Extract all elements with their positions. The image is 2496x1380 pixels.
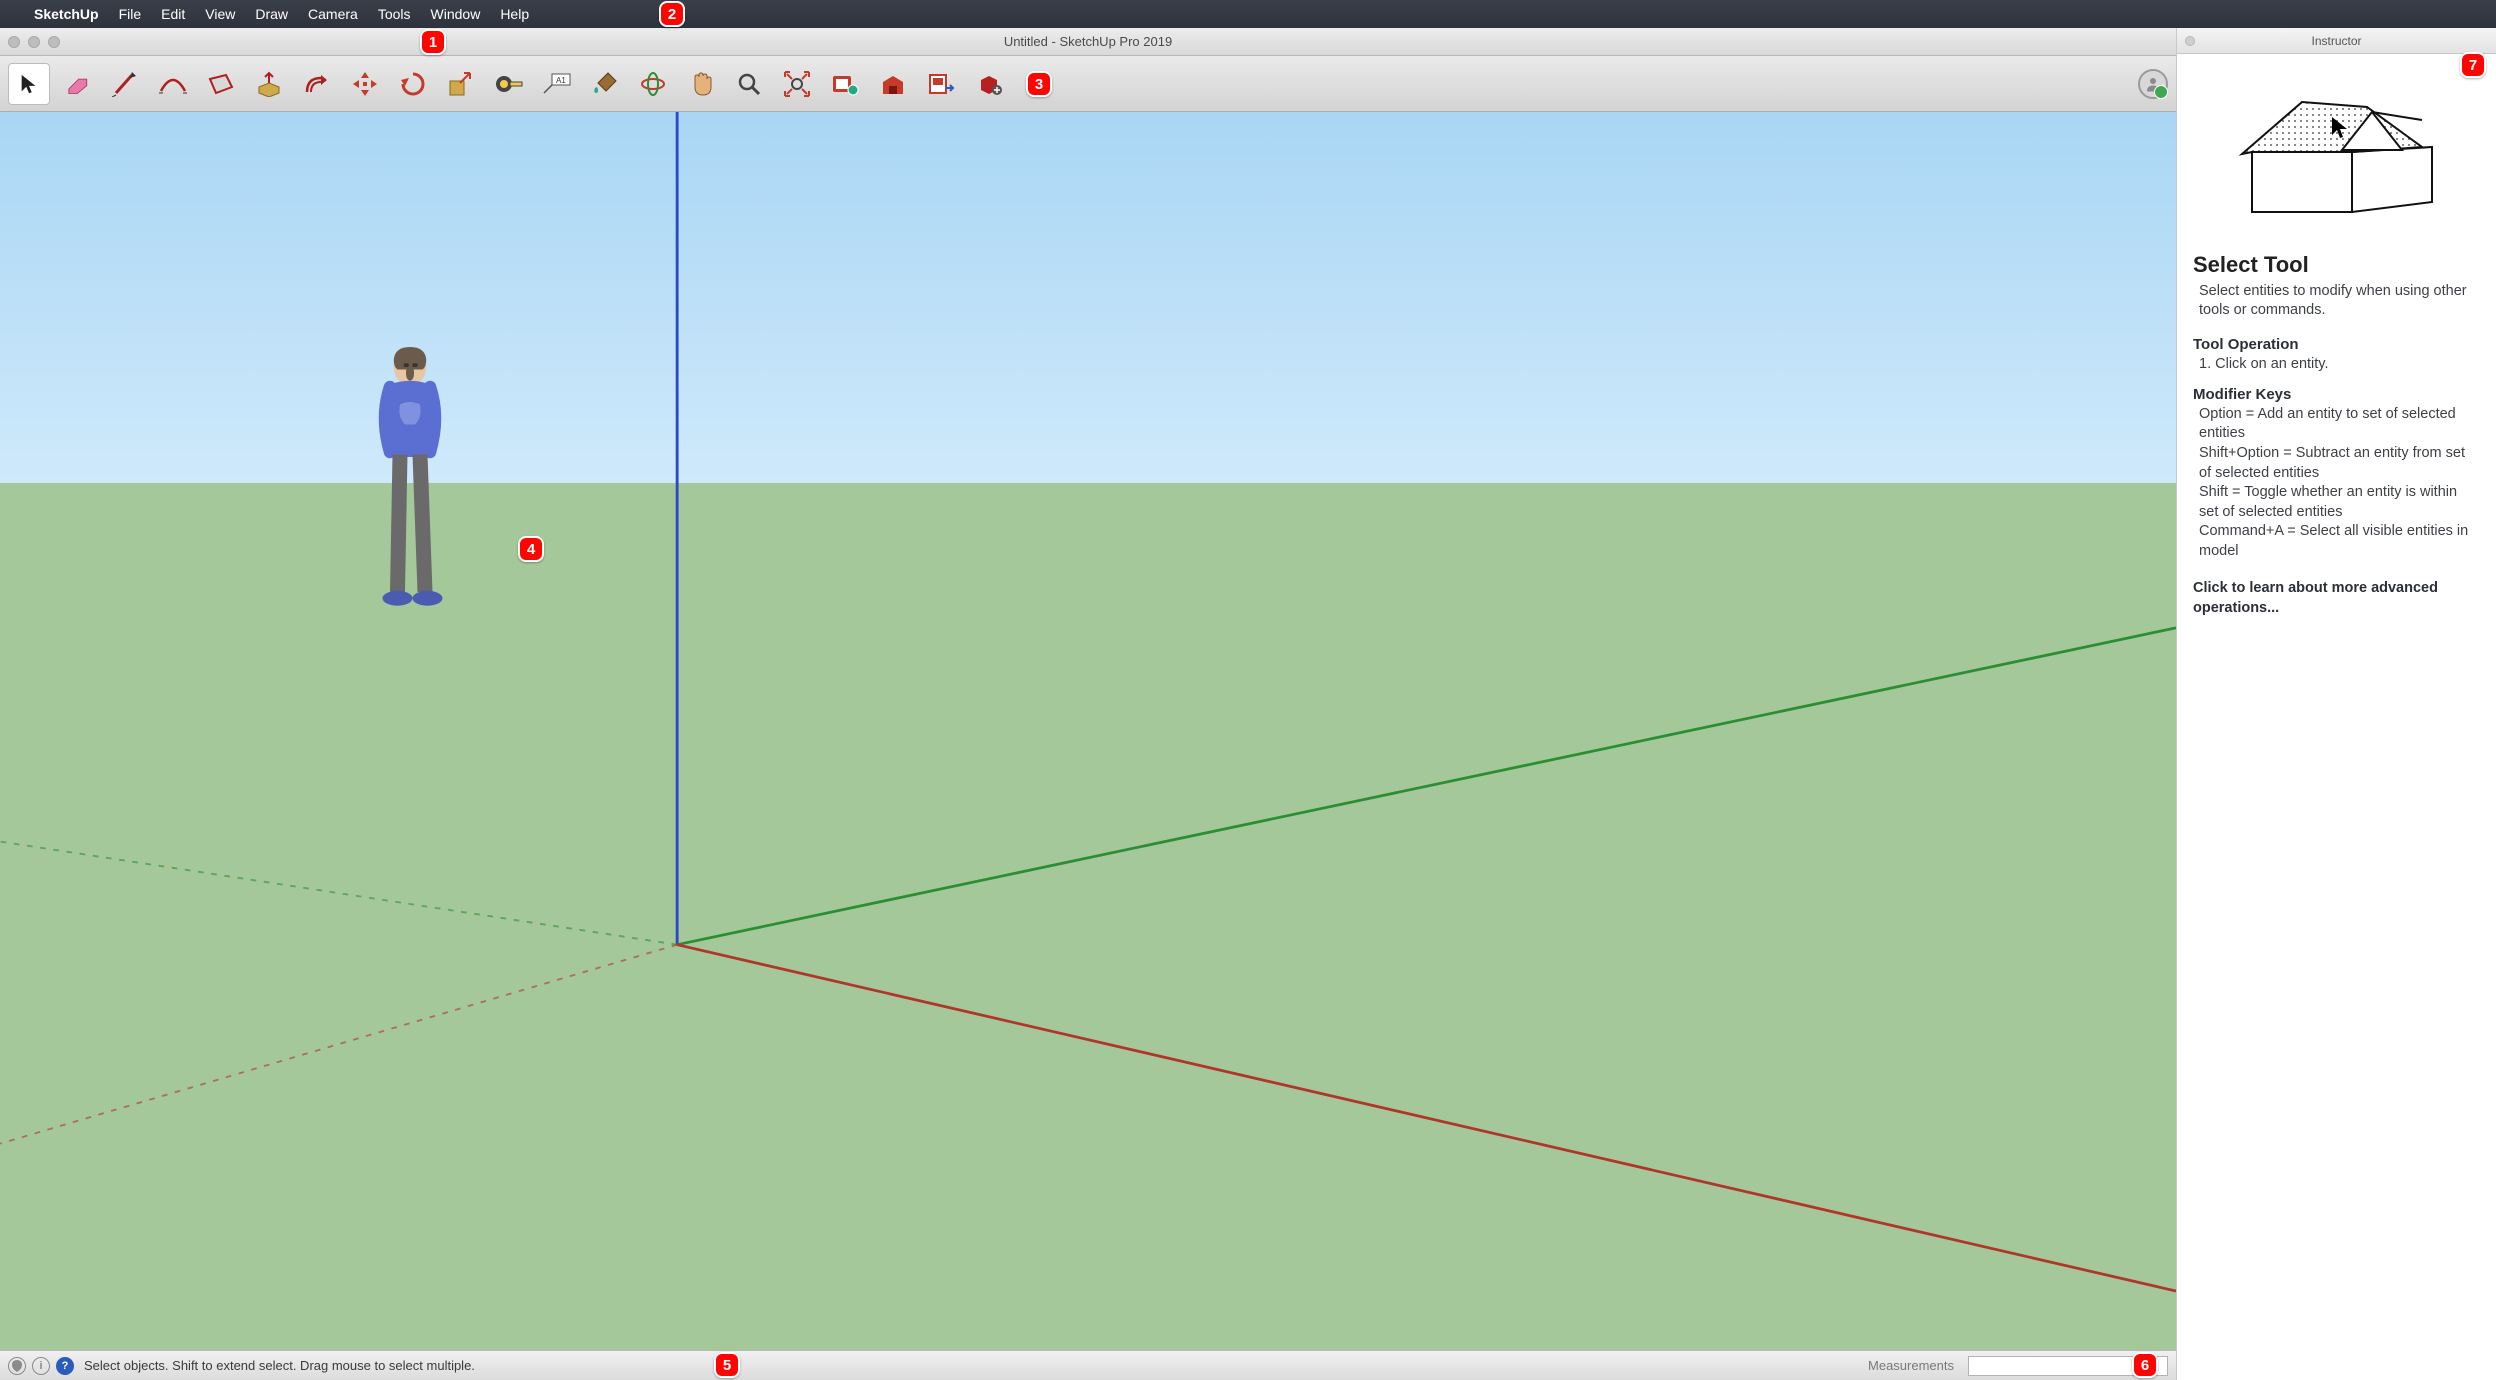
help-icon[interactable]: ?: [56, 1357, 74, 1375]
tool-scale[interactable]: [440, 63, 482, 105]
tool-eraser[interactable]: [56, 63, 98, 105]
geo-location-icon[interactable]: [8, 1357, 26, 1375]
tool-zoom-extents[interactable]: [776, 63, 818, 105]
menu-draw[interactable]: Draw: [255, 6, 288, 22]
menu-file[interactable]: File: [119, 6, 142, 22]
menu-help[interactable]: Help: [500, 6, 529, 22]
tool-select[interactable]: [8, 63, 50, 105]
3d-viewport[interactable]: 4: [0, 112, 2176, 1350]
tool-3d-warehouse[interactable]: [872, 63, 914, 105]
instructor-learn-more-link[interactable]: Click to learn about more advanced opera…: [2193, 579, 2480, 618]
callout-3: 3: [1026, 71, 1052, 97]
tool-arc[interactable]: [152, 63, 194, 105]
menu-camera[interactable]: Camera: [308, 6, 358, 22]
measurements-label: Measurements: [1868, 1358, 1954, 1373]
menu-view[interactable]: View: [205, 6, 235, 22]
menubar-app-name[interactable]: SketchUp: [34, 6, 99, 22]
instructor-illustration: [2193, 66, 2480, 250]
window-minimize-icon[interactable]: [28, 36, 40, 48]
instructor-operation-heading: Tool Operation: [2193, 335, 2480, 355]
callout-2: 2: [659, 1, 685, 27]
window-close-icon[interactable]: [8, 36, 20, 48]
tool-orbit[interactable]: [632, 63, 674, 105]
tool-line[interactable]: [104, 63, 146, 105]
tool-add-location[interactable]: [824, 63, 866, 105]
tool-rotate[interactable]: [392, 63, 434, 105]
scale-figure-person: [360, 342, 460, 617]
window-title: Untitled - SketchUp Pro 2019: [0, 34, 2176, 49]
menu-window[interactable]: Window: [431, 6, 481, 22]
tool-extension-warehouse[interactable]: [968, 63, 1010, 105]
instructor-tool-title: Select Tool: [2193, 250, 2480, 280]
menu-tools[interactable]: Tools: [378, 6, 411, 22]
mac-menubar: SketchUp File Edit View Draw Camera Tool…: [0, 0, 2496, 28]
instructor-operation-body: 1. Click on an entity.: [2193, 355, 2480, 375]
callout-4: 4: [518, 536, 544, 562]
viewport-axes: [0, 112, 2176, 1350]
user-account-icon[interactable]: [2138, 69, 2168, 99]
instructor-titlebar[interactable]: Instructor 7: [2177, 28, 2496, 54]
status-bar: i ? Select objects. Shift to extend sele…: [0, 1350, 2176, 1380]
instructor-modifiers-heading: Modifier Keys: [2193, 385, 2480, 405]
callout-1: 1: [420, 29, 446, 55]
svg-text:A1: A1: [556, 76, 566, 85]
tool-pan[interactable]: [680, 63, 722, 105]
panel-close-icon[interactable]: [2185, 36, 2195, 46]
callout-7: 7: [2460, 52, 2486, 78]
tool-rectangle[interactable]: [200, 63, 242, 105]
tool-offset[interactable]: [296, 63, 338, 105]
window-zoom-icon[interactable]: [48, 36, 60, 48]
callout-6: 6: [2132, 1352, 2158, 1378]
window-titlebar: Untitled - SketchUp Pro 2019 1: [0, 28, 2176, 56]
tool-move[interactable]: [344, 63, 386, 105]
window-traffic-lights[interactable]: [8, 36, 60, 48]
tool-tape-measure[interactable]: [488, 63, 530, 105]
tool-send-to-layout[interactable]: [920, 63, 962, 105]
credits-info-icon[interactable]: i: [32, 1357, 50, 1375]
instructor-modifiers-body: Option = Add an entity to set of selecte…: [2193, 405, 2480, 562]
tool-paint-bucket[interactable]: [584, 63, 626, 105]
tool-push-pull[interactable]: [248, 63, 290, 105]
tool-zoom[interactable]: [728, 63, 770, 105]
tool-text[interactable]: A1: [536, 63, 578, 105]
status-message: Select objects. Shift to extend select. …: [84, 1358, 475, 1373]
instructor-tool-subtitle: Select entities to modify when using oth…: [2193, 282, 2480, 321]
callout-5: 5: [714, 1352, 740, 1378]
app-window: Untitled - SketchUp Pro 2019 1: [0, 28, 2176, 1380]
toolbar: A1: [0, 56, 2176, 112]
instructor-title-label: Instructor: [2311, 34, 2361, 48]
menu-edit[interactable]: Edit: [161, 6, 185, 22]
instructor-panel: Instructor 7: [2176, 28, 2496, 1380]
